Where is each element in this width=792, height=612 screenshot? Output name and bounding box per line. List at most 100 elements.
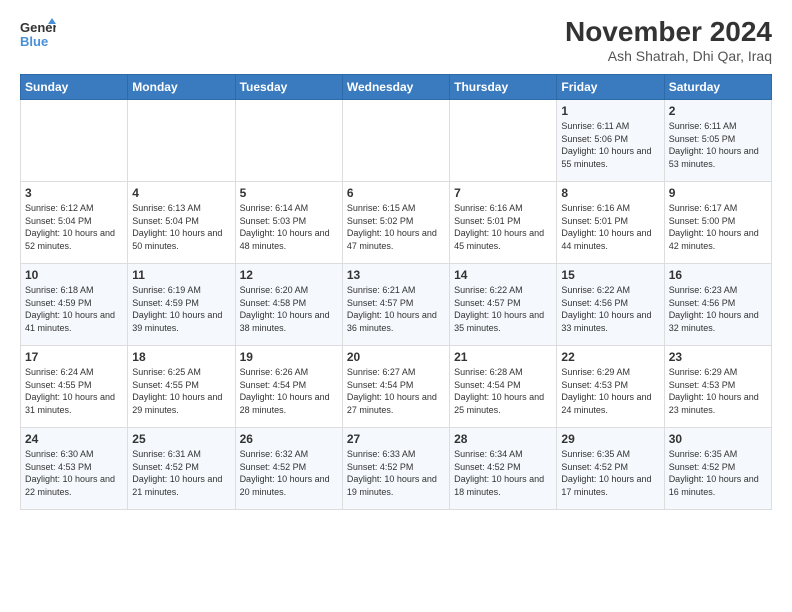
col-thursday: Thursday — [450, 75, 557, 100]
col-friday: Friday — [557, 75, 664, 100]
day-info: Sunrise: 6:16 AM Sunset: 5:01 PM Dayligh… — [561, 202, 659, 252]
col-monday: Monday — [128, 75, 235, 100]
day-cell: 18 Sunrise: 6:25 AM Sunset: 4:55 PM Dayli… — [128, 346, 235, 428]
day-info: Sunrise: 6:23 AM Sunset: 4:56 PM Dayligh… — [669, 284, 767, 334]
day-info: Sunrise: 6:13 AM Sunset: 5:04 PM Dayligh… — [132, 202, 230, 252]
day-number: 6 — [347, 186, 445, 200]
day-number: 20 — [347, 350, 445, 364]
header: General Blue November 2024 Ash Shatrah, … — [20, 16, 772, 64]
day-number: 21 — [454, 350, 552, 364]
day-info: Sunrise: 6:22 AM Sunset: 4:57 PM Dayligh… — [454, 284, 552, 334]
day-number: 15 — [561, 268, 659, 282]
day-cell: 8 Sunrise: 6:16 AM Sunset: 5:01 PM Daylig… — [557, 182, 664, 264]
day-number: 12 — [240, 268, 338, 282]
day-cell: 26 Sunrise: 6:32 AM Sunset: 4:52 PM Dayli… — [235, 428, 342, 510]
day-info: Sunrise: 6:21 AM Sunset: 4:57 PM Dayligh… — [347, 284, 445, 334]
day-cell: 17 Sunrise: 6:24 AM Sunset: 4:55 PM Dayli… — [21, 346, 128, 428]
day-number: 28 — [454, 432, 552, 446]
day-cell — [235, 100, 342, 182]
day-cell: 13 Sunrise: 6:21 AM Sunset: 4:57 PM Dayli… — [342, 264, 449, 346]
day-info: Sunrise: 6:14 AM Sunset: 5:03 PM Dayligh… — [240, 202, 338, 252]
day-number: 11 — [132, 268, 230, 282]
day-number: 14 — [454, 268, 552, 282]
title-block: November 2024 Ash Shatrah, Dhi Qar, Iraq — [565, 16, 772, 64]
day-info: Sunrise: 6:25 AM Sunset: 4:55 PM Dayligh… — [132, 366, 230, 416]
day-info: Sunrise: 6:19 AM Sunset: 4:59 PM Dayligh… — [132, 284, 230, 334]
day-cell: 14 Sunrise: 6:22 AM Sunset: 4:57 PM Dayli… — [450, 264, 557, 346]
calendar-body: 1Sunrise: 6:11 AM Sunset: 5:06 PM Daylig… — [21, 100, 772, 510]
day-info: Sunrise: 6:11 AM Sunset: 5:05 PM Dayligh… — [669, 120, 767, 170]
day-number: 30 — [669, 432, 767, 446]
day-info: Sunrise: 6:27 AM Sunset: 4:54 PM Dayligh… — [347, 366, 445, 416]
day-cell: 4Sunrise: 6:13 AM Sunset: 5:04 PM Daylig… — [128, 182, 235, 264]
day-info: Sunrise: 6:18 AM Sunset: 4:59 PM Dayligh… — [25, 284, 123, 334]
day-cell: 30Sunrise: 6:35 AM Sunset: 4:52 PM Dayli… — [664, 428, 771, 510]
day-cell: 20 Sunrise: 6:27 AM Sunset: 4:54 PM Dayli… — [342, 346, 449, 428]
day-number: 25 — [132, 432, 230, 446]
day-cell: 1Sunrise: 6:11 AM Sunset: 5:06 PM Daylig… — [557, 100, 664, 182]
day-cell: 16 Sunrise: 6:23 AM Sunset: 4:56 PM Dayli… — [664, 264, 771, 346]
week-row-2: 3 Sunrise: 6:12 AM Sunset: 5:04 PM Daylig… — [21, 182, 772, 264]
day-info: Sunrise: 6:17 AM Sunset: 5:00 PM Dayligh… — [669, 202, 767, 252]
day-number: 8 — [561, 186, 659, 200]
col-tuesday: Tuesday — [235, 75, 342, 100]
day-cell: 15 Sunrise: 6:22 AM Sunset: 4:56 PM Dayli… — [557, 264, 664, 346]
logo: General Blue — [20, 16, 56, 52]
day-cell: 9 Sunrise: 6:17 AM Sunset: 5:00 PM Daylig… — [664, 182, 771, 264]
day-info: Sunrise: 6:22 AM Sunset: 4:56 PM Dayligh… — [561, 284, 659, 334]
page: General Blue November 2024 Ash Shatrah, … — [0, 0, 792, 520]
calendar-header: Sunday Monday Tuesday Wednesday Thursday… — [21, 75, 772, 100]
day-cell: 11 Sunrise: 6:19 AM Sunset: 4:59 PM Dayli… — [128, 264, 235, 346]
day-cell: 28 Sunrise: 6:34 AM Sunset: 4:52 PM Dayli… — [450, 428, 557, 510]
day-cell: 10 Sunrise: 6:18 AM Sunset: 4:59 PM Dayli… — [21, 264, 128, 346]
header-row: Sunday Monday Tuesday Wednesday Thursday… — [21, 75, 772, 100]
day-number: 19 — [240, 350, 338, 364]
day-number: 23 — [669, 350, 767, 364]
day-number: 17 — [25, 350, 123, 364]
day-cell — [128, 100, 235, 182]
col-sunday: Sunday — [21, 75, 128, 100]
day-number: 3 — [25, 186, 123, 200]
day-cell: 2 Sunrise: 6:11 AM Sunset: 5:05 PM Daylig… — [664, 100, 771, 182]
day-info: Sunrise: 6:33 AM Sunset: 4:52 PM Dayligh… — [347, 448, 445, 498]
week-row-3: 10 Sunrise: 6:18 AM Sunset: 4:59 PM Dayli… — [21, 264, 772, 346]
day-info: Sunrise: 6:31 AM Sunset: 4:52 PM Dayligh… — [132, 448, 230, 498]
day-info: Sunrise: 6:12 AM Sunset: 5:04 PM Dayligh… — [25, 202, 123, 252]
day-info: Sunrise: 6:32 AM Sunset: 4:52 PM Dayligh… — [240, 448, 338, 498]
day-number: 27 — [347, 432, 445, 446]
day-info: Sunrise: 6:16 AM Sunset: 5:01 PM Dayligh… — [454, 202, 552, 252]
day-number: 26 — [240, 432, 338, 446]
day-info: Sunrise: 6:28 AM Sunset: 4:54 PM Dayligh… — [454, 366, 552, 416]
month-title: November 2024 — [565, 16, 772, 48]
day-cell: 29 Sunrise: 6:35 AM Sunset: 4:52 PM Dayli… — [557, 428, 664, 510]
day-info: Sunrise: 6:15 AM Sunset: 5:02 PM Dayligh… — [347, 202, 445, 252]
col-saturday: Saturday — [664, 75, 771, 100]
day-info: Sunrise: 6:34 AM Sunset: 4:52 PM Dayligh… — [454, 448, 552, 498]
day-info: Sunrise: 6:35 AM Sunset: 4:52 PM Dayligh… — [561, 448, 659, 498]
day-cell — [342, 100, 449, 182]
day-cell — [450, 100, 557, 182]
day-cell: 12Sunrise: 6:20 AM Sunset: 4:58 PM Dayli… — [235, 264, 342, 346]
day-info: Sunrise: 6:30 AM Sunset: 4:53 PM Dayligh… — [25, 448, 123, 498]
day-cell: 21 Sunrise: 6:28 AM Sunset: 4:54 PM Dayli… — [450, 346, 557, 428]
calendar-table: Sunday Monday Tuesday Wednesday Thursday… — [20, 74, 772, 510]
day-cell: 19Sunrise: 6:26 AM Sunset: 4:54 PM Dayli… — [235, 346, 342, 428]
day-info: Sunrise: 6:29 AM Sunset: 4:53 PM Dayligh… — [669, 366, 767, 416]
subtitle: Ash Shatrah, Dhi Qar, Iraq — [565, 48, 772, 64]
day-number: 2 — [669, 104, 767, 118]
day-cell: 3 Sunrise: 6:12 AM Sunset: 5:04 PM Daylig… — [21, 182, 128, 264]
day-cell: 27 Sunrise: 6:33 AM Sunset: 4:52 PM Dayli… — [342, 428, 449, 510]
day-info: Sunrise: 6:24 AM Sunset: 4:55 PM Dayligh… — [25, 366, 123, 416]
week-row-4: 17 Sunrise: 6:24 AM Sunset: 4:55 PM Dayli… — [21, 346, 772, 428]
day-number: 16 — [669, 268, 767, 282]
logo-icon: General Blue — [20, 16, 56, 52]
day-info: Sunrise: 6:11 AM Sunset: 5:06 PM Dayligh… — [561, 120, 659, 170]
week-row-5: 24Sunrise: 6:30 AM Sunset: 4:53 PM Dayli… — [21, 428, 772, 510]
day-number: 29 — [561, 432, 659, 446]
day-number: 18 — [132, 350, 230, 364]
day-number: 10 — [25, 268, 123, 282]
day-number: 13 — [347, 268, 445, 282]
day-number: 9 — [669, 186, 767, 200]
day-cell: 22Sunrise: 6:29 AM Sunset: 4:53 PM Dayli… — [557, 346, 664, 428]
day-cell — [21, 100, 128, 182]
